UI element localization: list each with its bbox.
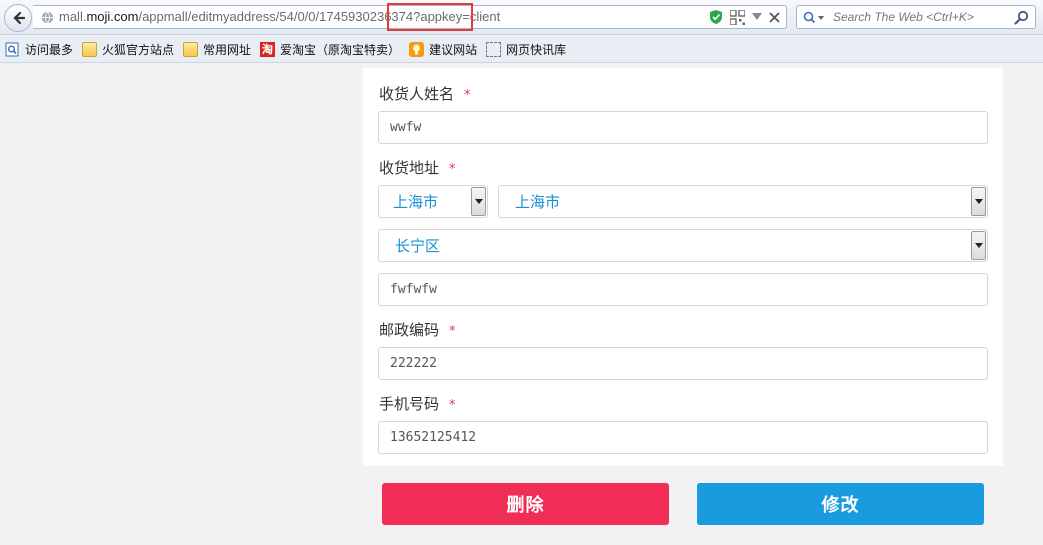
district-dropdown-arrow[interactable] bbox=[971, 231, 986, 260]
chevron-down-icon bbox=[974, 243, 983, 248]
bookmark-common-sites[interactable]: 常用网址 bbox=[183, 41, 251, 58]
receiver-name-input[interactable]: wwfw bbox=[378, 111, 988, 144]
folder-icon bbox=[82, 41, 98, 57]
web-slice-icon bbox=[486, 41, 502, 57]
required-mark: * bbox=[449, 398, 456, 413]
street-address-input[interactable]: fwfwfw bbox=[378, 273, 988, 306]
url-bar[interactable]: mall.moji.com/appmall/editmyaddress/54/0… bbox=[33, 3, 787, 31]
search-page-icon bbox=[5, 42, 19, 56]
address-label: 收货地址 * bbox=[379, 159, 456, 177]
phone-label: 手机号码 * bbox=[379, 395, 456, 413]
search-engine-icon[interactable] bbox=[803, 11, 825, 24]
search-input[interactable]: Search The Web <Ctrl+K> bbox=[833, 10, 974, 24]
search-icon[interactable] bbox=[1014, 10, 1029, 25]
district-select[interactable]: 长宁区 bbox=[378, 229, 988, 262]
back-button[interactable] bbox=[4, 4, 32, 32]
phone-input[interactable]: 13652125412 bbox=[378, 421, 988, 454]
chevron-down-icon bbox=[474, 199, 483, 204]
shield-icon[interactable] bbox=[709, 9, 723, 25]
qr-code-icon[interactable] bbox=[730, 9, 745, 25]
postcode-label: 邮政编码 * bbox=[379, 321, 456, 339]
bookmarks-bar: 访问最多 火狐官方站点 常用网址 淘 爱淘宝（原淘宝特卖） 建议网站 网页快讯库 bbox=[0, 36, 1043, 63]
taobao-icon: 淘 bbox=[260, 41, 276, 57]
bookmark-firefox-official[interactable]: 火狐官方站点 bbox=[82, 41, 174, 58]
required-mark: * bbox=[449, 324, 456, 339]
delete-button[interactable]: 删除 bbox=[382, 483, 669, 525]
back-arrow-icon bbox=[13, 11, 26, 25]
required-mark: * bbox=[449, 162, 456, 177]
browser-toolbar: mall.moji.com/appmall/editmyaddress/54/0… bbox=[0, 0, 1043, 35]
globe-icon bbox=[41, 11, 54, 24]
receiver-name-label: 收货人姓名 * bbox=[379, 85, 471, 103]
postcode-input[interactable]: 222222 bbox=[378, 347, 988, 380]
bulb-icon bbox=[409, 41, 425, 57]
folder-icon bbox=[183, 41, 199, 57]
bookmark-web-slice-gallery[interactable]: 网页快讯库 bbox=[486, 41, 566, 58]
city-dropdown-arrow[interactable] bbox=[971, 187, 986, 216]
province-dropdown-arrow[interactable] bbox=[471, 187, 486, 216]
bookmark-suggested-sites[interactable]: 建议网站 bbox=[409, 41, 477, 58]
edit-button[interactable]: 修改 bbox=[697, 483, 984, 525]
bookmark-most-visited[interactable]: 访问最多 bbox=[5, 41, 73, 58]
search-bar[interactable]: Search The Web <Ctrl+K> bbox=[796, 5, 1036, 29]
required-mark: * bbox=[464, 88, 471, 103]
chevron-down-icon bbox=[974, 199, 983, 204]
close-icon[interactable] bbox=[769, 11, 780, 23]
dropdown-arrow-icon[interactable] bbox=[752, 13, 762, 21]
url-highlight-box bbox=[387, 3, 473, 31]
address-form: 收货人姓名 * wwfw 收货地址 * 上海市 上海市 长宁区 fwfwfw 邮政编… bbox=[363, 68, 1003, 466]
bookmark-ai-taobao[interactable]: 淘 爱淘宝（原淘宝特卖） bbox=[260, 41, 400, 58]
province-select[interactable]: 上海市 bbox=[378, 185, 488, 218]
city-select[interactable]: 上海市 bbox=[498, 185, 988, 218]
